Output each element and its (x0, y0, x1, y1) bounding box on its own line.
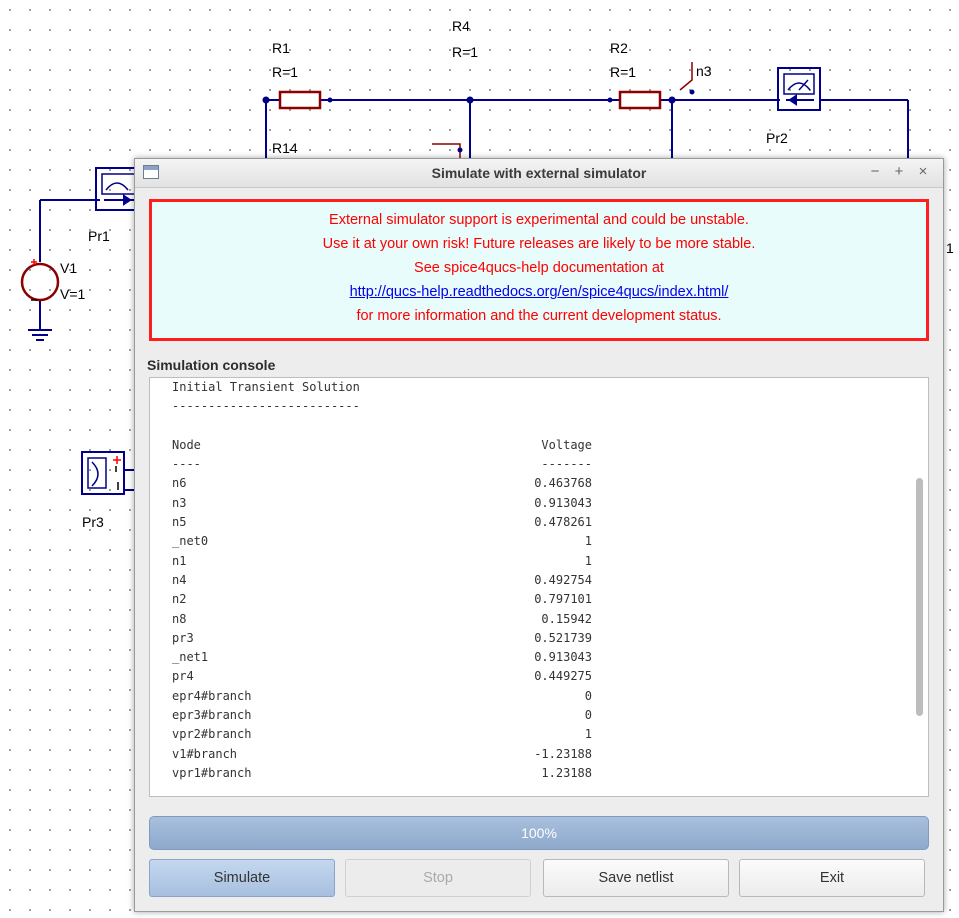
console-row: _net1 0.913043 (172, 648, 592, 667)
node-name: n1 (172, 553, 187, 568)
console-row: epr4#branch 0 (172, 687, 592, 706)
node-name: vpr2#branch (172, 727, 252, 742)
console-blank (172, 417, 592, 436)
node-voltage: 0 (584, 688, 592, 703)
node-name: _net0 (172, 534, 209, 549)
resistor-r2 (618, 90, 662, 110)
node-voltage: 1 (584, 534, 592, 549)
console-row: pr4 0.449275 (172, 667, 592, 686)
dialog-title: Simulate with external simulator (431, 165, 647, 181)
node-name: n6 (172, 476, 187, 491)
node-voltage: 0.913043 (534, 495, 592, 510)
node-name: pr3 (172, 630, 194, 645)
node-voltage: 0.478261 (534, 515, 592, 530)
node-name: vpr1#branch (172, 765, 252, 780)
console-row: n2 0.797101 (172, 590, 592, 609)
r2-name-label: R2 (610, 40, 628, 56)
console-heading: Initial Transient Solution (172, 380, 360, 394)
warning-line-3: See spice4qucs-help documentation at (414, 260, 664, 276)
console-heading-rule: -------------------------- (172, 399, 360, 414)
node-name: pr4 (172, 669, 194, 684)
node-name: n5 (172, 515, 187, 530)
node-voltage: 0.449275 (534, 669, 592, 684)
node-voltage: 0.913043 (534, 650, 592, 665)
r4-value-label: R=1 (452, 44, 479, 60)
console-row: n8 0.15942 (172, 610, 592, 629)
pr1-label: Pr1 (88, 228, 110, 244)
node-name: epr4#branch (172, 688, 252, 703)
edge-label: 1 (946, 240, 954, 256)
save-netlist-button[interactable]: Save netlist (543, 859, 729, 897)
warning-line-5: for more information and the current dev… (356, 308, 722, 324)
probe-pr1 (95, 167, 137, 211)
documentation-link[interactable]: http://qucs-help.readthedocs.org/en/spic… (350, 284, 729, 300)
maximize-icon[interactable]: + (892, 163, 906, 180)
console-row: n6 0.463768 (172, 474, 592, 493)
node-column-header: Node (172, 437, 201, 452)
pr2-label: Pr2 (766, 130, 788, 146)
node-name: n4 (172, 572, 187, 587)
voltage-source-v1 (20, 259, 60, 302)
console-column-headers: Node Voltage (172, 436, 592, 455)
resistor-r1 (278, 90, 322, 110)
voltage-column-rule: ------- (541, 457, 592, 472)
simulation-progress-bar: 100% (149, 816, 929, 850)
v1-value-label: V=1 (60, 286, 86, 302)
node-voltage: 0.463768 (534, 476, 592, 491)
probe-pr2 (777, 67, 821, 111)
console-row: n3 0.913043 (172, 494, 592, 513)
node-voltage: -1.23188 (534, 746, 592, 761)
close-icon[interactable]: × (916, 163, 930, 180)
node-voltage: 0.15942 (541, 611, 592, 626)
experimental-warning-box: External simulator support is experiment… (149, 199, 929, 341)
exit-button[interactable]: Exit (739, 859, 925, 897)
console-row: _net0 1 (172, 532, 592, 551)
node-voltage: 1.23188 (541, 765, 592, 780)
console-scroll-thumb[interactable] (916, 478, 923, 716)
node-voltage: 0.797101 (534, 592, 592, 607)
pr3-label: Pr3 (82, 514, 104, 530)
voltage-column-header: Voltage (541, 437, 592, 452)
node-voltage: 0 (584, 708, 592, 723)
node-column-rule: ---- (172, 457, 201, 472)
console-row: n5 0.478261 (172, 513, 592, 532)
r1-value-label: R=1 (272, 64, 299, 80)
warning-line-1: External simulator support is experiment… (329, 212, 749, 228)
console-column-rules: ---- ------- (172, 455, 592, 474)
console-output: Initial Transient Solution -------------… (172, 378, 592, 783)
node-name: n2 (172, 592, 187, 607)
console-label: Simulation console (147, 357, 276, 373)
node-voltage: 0.492754 (534, 572, 592, 587)
v1-name-label: V1 (60, 260, 78, 276)
node-name: _net1 (172, 650, 209, 665)
simulation-console[interactable]: Initial Transient Solution -------------… (149, 377, 929, 797)
console-row: n1 1 (172, 552, 592, 571)
node-name: v1#branch (172, 746, 238, 761)
console-row: n4 0.492754 (172, 571, 592, 590)
node-name: n3 (172, 495, 187, 510)
node-voltage: 1 (584, 553, 592, 568)
simulate-button[interactable]: Simulate (149, 859, 335, 897)
console-scrollbar[interactable] (914, 382, 925, 792)
stop-button[interactable]: Stop (345, 859, 531, 897)
console-row: v1#branch -1.23188 (172, 745, 592, 764)
minimize-icon[interactable]: − (868, 163, 882, 180)
r14-name-label: R14 (272, 140, 298, 156)
n3-wire-label: n3 (696, 63, 712, 79)
console-row: vpr1#branch 1.23188 (172, 764, 592, 783)
r2-value-label: R=1 (610, 64, 637, 80)
r4-name-label: R4 (452, 18, 470, 34)
warning-line-2: Use it at your own risk! Future releases… (322, 236, 756, 252)
console-row: pr3 0.521739 (172, 629, 592, 648)
node-name: n8 (172, 611, 187, 626)
r1-name-label: R1 (272, 40, 290, 56)
dialog-titlebar[interactable]: Simulate with external simulator − + × (135, 159, 943, 188)
node-name: epr3#branch (172, 708, 252, 723)
node-voltage-list: n6 0.463768 n3 0.913043 n5 0.478261 _net0 1 n1 1 n… (172, 474, 592, 783)
console-row: epr3#branch 0 (172, 706, 592, 725)
simulate-dialog: Simulate with external simulator − + × E… (134, 158, 944, 912)
node-voltage: 1 (584, 727, 592, 742)
console-row: vpr2#branch 1 (172, 725, 592, 744)
node-voltage: 0.521739 (534, 630, 592, 645)
